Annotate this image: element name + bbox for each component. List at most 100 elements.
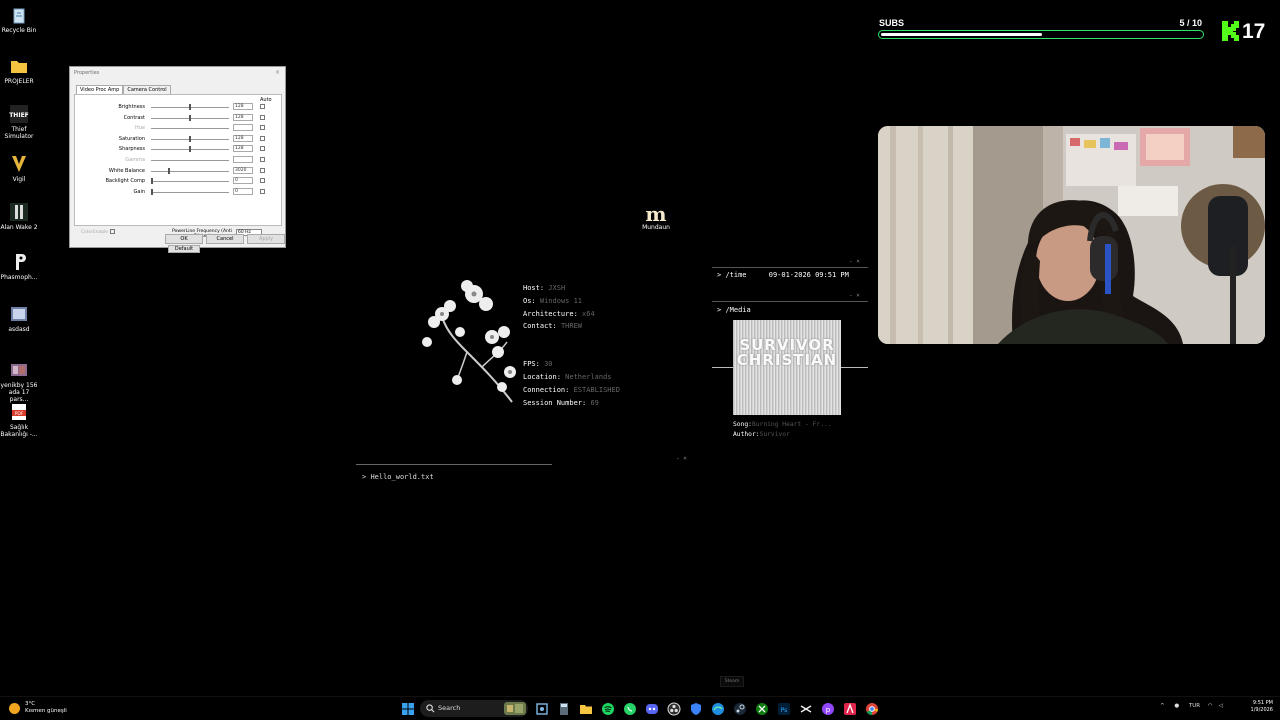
spotify-icon[interactable]: [601, 702, 615, 716]
desktop-icon-phasmophobia[interactable]: Phasmoph...: [0, 252, 38, 281]
volume-icon[interactable]: ◁: [1218, 703, 1222, 709]
slider-thumb[interactable]: [189, 104, 191, 110]
desktop-icon-thief-simulator[interactable]: THIEF Thief Simulator: [0, 104, 38, 140]
hello-panel-controls[interactable]: - ×: [676, 455, 687, 462]
property-row: Contrast 128: [75, 113, 281, 123]
property-value-field[interactable]: 128: [233, 145, 253, 153]
hello-world-entry[interactable]: > Hello_world.txt: [362, 473, 434, 481]
desktop-icon-yenikby[interactable]: yenikby 156 ada 17 pars...: [0, 360, 38, 403]
xbox-icon[interactable]: [755, 702, 769, 716]
auto-checkbox[interactable]: [260, 167, 265, 173]
property-label: Gain: [133, 188, 146, 195]
sysinfo-connection: Connection: ESTABLISHED: [523, 385, 620, 394]
auto-checkbox[interactable]: [260, 188, 265, 194]
svg-text:PDF: PDF: [15, 411, 24, 417]
desktop-icon-alan-wake-2[interactable]: Alan Wake 2: [0, 202, 38, 231]
steam-icon[interactable]: [733, 702, 747, 716]
slider-thumb[interactable]: [151, 188, 153, 195]
capcut-icon[interactable]: [799, 702, 813, 716]
clock-date: 1/9/2026: [1250, 707, 1273, 713]
chrome-icon[interactable]: [865, 702, 879, 716]
color-enable-checkbox[interactable]: [110, 229, 116, 234]
cancel-button[interactable]: Cancel: [206, 234, 244, 244]
sysinfo-session: Session Number: 69: [523, 398, 599, 407]
album-cover: SURVIVOR CHRISTIAN: [733, 320, 841, 415]
tab-video-proc-amp[interactable]: Video Proc Amp: [76, 85, 124, 94]
media-author: Author:Survivor: [733, 431, 790, 438]
windows-start-icon[interactable]: [401, 702, 415, 716]
apply-button[interactable]: Apply: [247, 234, 285, 244]
property-slider[interactable]: [151, 135, 229, 142]
auto-checkbox[interactable]: [260, 125, 265, 131]
svg-text:THIEF: THIEF: [9, 112, 29, 119]
snipping-icon[interactable]: [535, 702, 549, 716]
time-panel-controls[interactable]: - ×: [849, 258, 860, 265]
property-slider[interactable]: [151, 188, 229, 195]
obs-icon[interactable]: [667, 702, 681, 716]
calculator-icon[interactable]: [557, 702, 571, 716]
taskbar-clock[interactable]: 9:51 PM 1/9/2026: [1245, 700, 1273, 714]
discord-icon[interactable]: [645, 702, 659, 716]
slider-thumb[interactable]: [189, 146, 191, 153]
slider-thumb[interactable]: [189, 135, 191, 142]
property-label: Contrast: [123, 114, 145, 121]
tab-camera-control[interactable]: Camera Control: [123, 85, 171, 94]
property-label: Gamma: [125, 157, 145, 163]
property-value-field[interactable]: 128: [233, 103, 253, 110]
property-slider[interactable]: [151, 160, 229, 161]
wifi-icon[interactable]: ◠: [1208, 703, 1213, 709]
property-label: Saturation: [118, 135, 145, 142]
tray-chevron-up-icon[interactable]: ^: [1160, 703, 1165, 709]
desktop-icon-recycle-bin[interactable]: Recycle Bin: [0, 5, 38, 34]
auto-checkbox[interactable]: [260, 114, 265, 120]
steam-tooltip: Steam: [720, 676, 744, 687]
alan-wake-icon: [10, 203, 28, 221]
property-value-field[interactable]: 0: [233, 177, 253, 185]
weather-desc: Kısmen güneşli: [25, 707, 67, 714]
slider-thumb[interactable]: [168, 167, 171, 174]
property-value-field[interactable]: 0: [233, 187, 253, 195]
dialog-close-icon[interactable]: ×: [275, 69, 280, 76]
media-panel-controls[interactable]: - ×: [849, 292, 860, 299]
property-value-field[interactable]: 128: [233, 113, 253, 121]
auto-checkbox[interactable]: [260, 178, 265, 184]
property-slider[interactable]: [151, 178, 229, 185]
kick-app-icon[interactable]: p: [821, 702, 835, 716]
property-row: Gain 0: [75, 187, 281, 197]
desktop-icon-vigil[interactable]: Vigil: [0, 154, 38, 183]
sun-icon: [9, 703, 20, 714]
file-explorer-icon[interactable]: [579, 702, 593, 716]
vpn-icon[interactable]: [689, 702, 703, 716]
property-value-field[interactable]: [233, 124, 253, 132]
edge-icon[interactable]: [711, 702, 725, 716]
adobe-icon[interactable]: [843, 702, 857, 716]
property-slider[interactable]: [151, 146, 229, 153]
desktop-icon-asdasd[interactable]: asdasd: [0, 304, 38, 333]
default-button[interactable]: Default: [168, 245, 200, 253]
property-value-field[interactable]: [233, 156, 253, 163]
property-slider[interactable]: [151, 167, 229, 174]
tray-language[interactable]: TUR: [1189, 703, 1200, 709]
color-enable[interactable]: ColorEnable: [81, 229, 116, 235]
mic-icon[interactable]: ●: [1174, 703, 1179, 709]
whatsapp-icon[interactable]: [623, 702, 637, 716]
property-value-field[interactable]: 3020: [233, 166, 253, 174]
auto-checkbox[interactable]: [260, 146, 265, 152]
slider-thumb[interactable]: [189, 114, 191, 121]
slider-thumb[interactable]: [151, 178, 153, 185]
desktop-icon-projeler[interactable]: PROJELER: [0, 56, 38, 85]
image-file-icon: [11, 364, 27, 376]
property-label: Brightness: [118, 104, 145, 110]
auto-checkbox[interactable]: [260, 135, 265, 141]
property-value-field[interactable]: 128: [233, 134, 253, 142]
desktop-icon-saglik-bakanligi[interactable]: PDF Sağlık Bakanlığı -...: [0, 402, 38, 438]
photoshop-icon[interactable]: Ps: [777, 702, 791, 716]
property-slider[interactable]: [151, 128, 229, 130]
property-slider[interactable]: [151, 114, 229, 121]
taskbar-search[interactable]: Search: [420, 700, 528, 717]
property-slider[interactable]: [151, 104, 229, 110]
auto-checkbox[interactable]: [260, 104, 265, 109]
desktop-icon-mundaun[interactable]: m Mundaun: [641, 204, 671, 231]
ok-button[interactable]: OK: [165, 234, 203, 244]
auto-checkbox[interactable]: [260, 157, 265, 162]
